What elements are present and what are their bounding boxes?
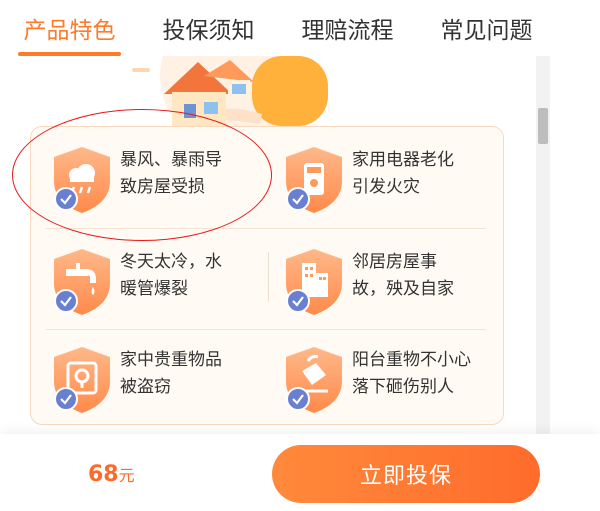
feature-label: 阳台重物不小心 落下砸伤别人: [352, 350, 471, 397]
feature-label: 家中贵重物品 被盗窃: [120, 350, 222, 397]
check-icon: [286, 187, 310, 211]
feature-storm-damage: 暴风、暴雨导 致房屋受损: [50, 145, 280, 235]
buy-now-button[interactable]: 立即投保: [272, 445, 540, 503]
feature-pipe-burst: 冬天太冷，水 暖管爆裂: [50, 247, 280, 337]
feature-falling-object: 阳台重物不小心 落下砸伤别人: [282, 345, 512, 435]
check-icon: [286, 387, 310, 411]
feature-label: 家用电器老化 引发火灾: [352, 150, 454, 197]
scrollbar-thumb[interactable]: [538, 108, 548, 144]
tab-insurance-notice[interactable]: 投保须知: [139, 0, 278, 56]
check-icon: [54, 187, 78, 211]
price-unit: 元: [118, 466, 135, 485]
tab-claim-process[interactable]: 理赔流程: [278, 0, 417, 56]
feature-appliance-fire: 家用电器老化 引发火灾: [282, 145, 512, 235]
feature-label: 暴风、暴雨导 致房屋受损: [120, 150, 222, 197]
tab-faq[interactable]: 常见问题: [417, 0, 556, 56]
hero-illustration: [112, 56, 352, 136]
check-icon: [286, 289, 310, 313]
feature-label: 邻居房屋事 故，殃及自家: [352, 252, 454, 299]
feature-label: 冬天太冷，水 暖管爆裂: [120, 252, 222, 299]
check-icon: [54, 289, 78, 313]
price-value: 68: [88, 462, 119, 487]
price: 68元: [88, 462, 135, 487]
feature-neighbor-accident: 邻居房屋事 故，殃及自家: [282, 247, 512, 337]
tab-bar: 产品特色 投保须知 理赔流程 常见问题: [0, 0, 556, 56]
check-icon: [54, 387, 78, 411]
feature-theft: 家中贵重物品 被盗窃: [50, 345, 280, 435]
tab-product-features[interactable]: 产品特色: [0, 0, 139, 56]
